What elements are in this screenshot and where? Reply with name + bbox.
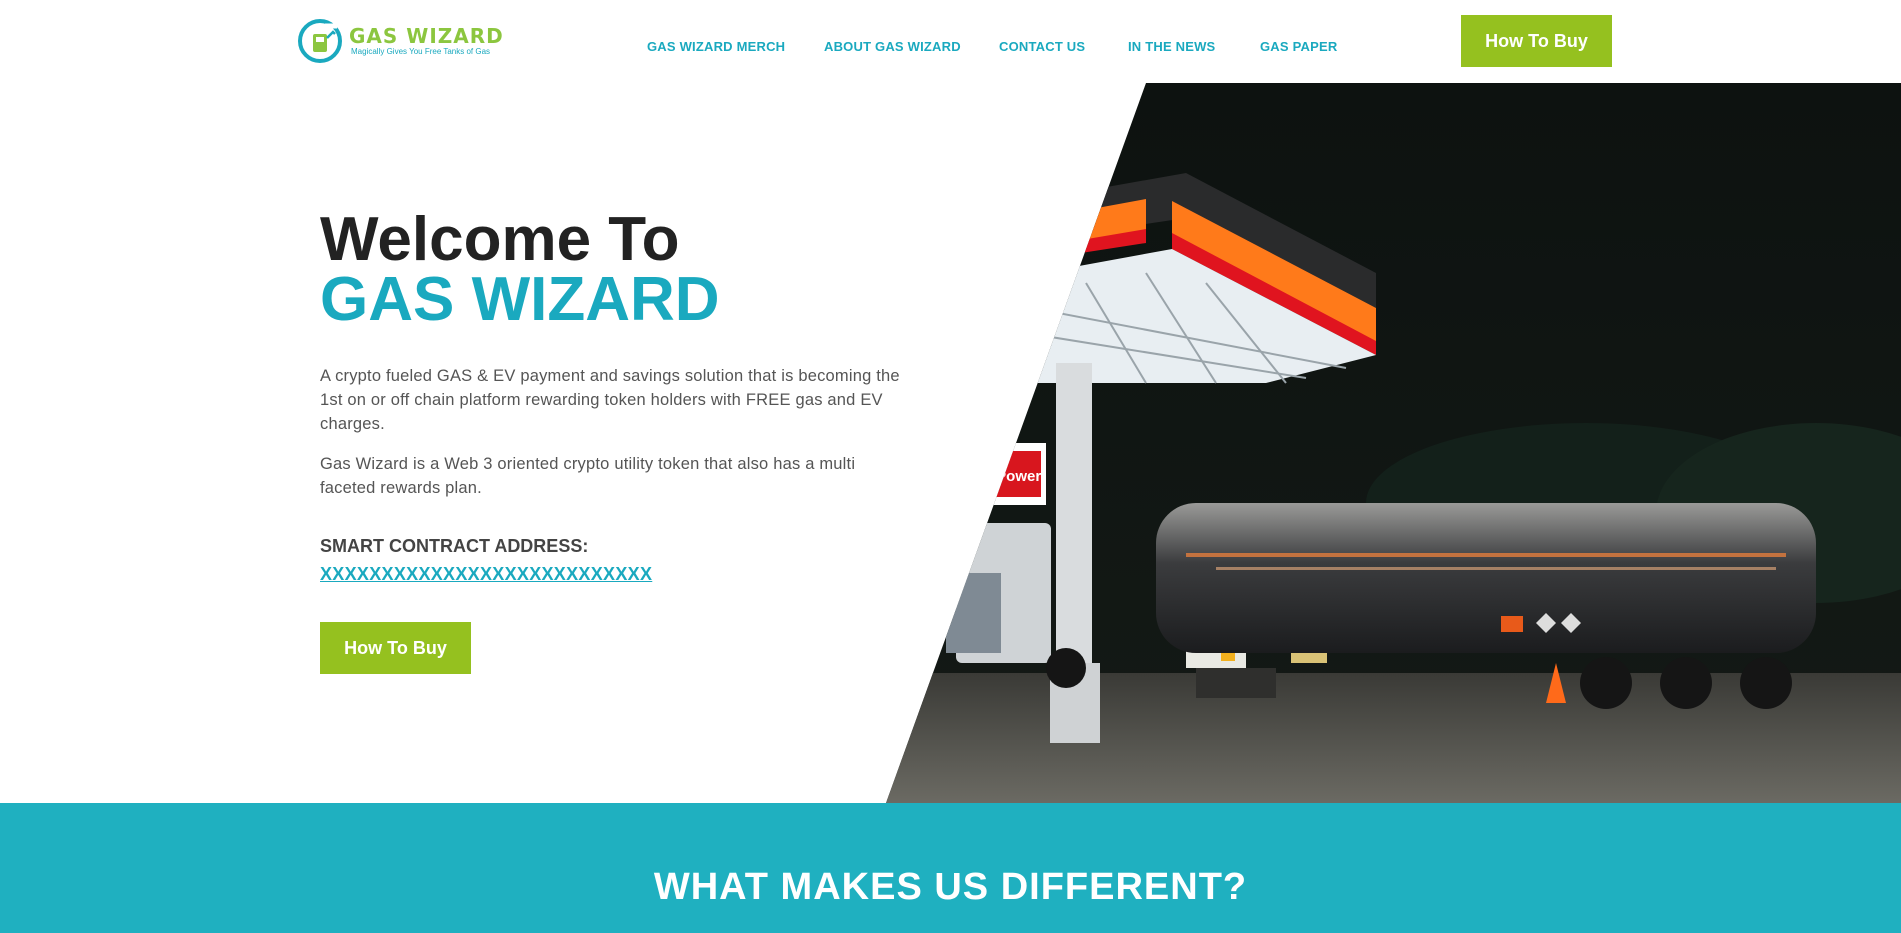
hero-welcome-text: Welcome To xyxy=(320,205,680,274)
header-how-to-buy-button[interactable]: How To Buy xyxy=(1461,15,1612,67)
hero-brand-title: GAS WIZARD xyxy=(320,265,720,334)
hero-how-to-buy-button[interactable]: How To Buy xyxy=(320,622,471,674)
hero-gas-station-image: V-Power xyxy=(886,83,1901,803)
brand-logo[interactable]: GAS WIZARD Magically Gives You Free Tank… xyxy=(297,17,513,65)
nav-item-news[interactable]: IN THE NEWS xyxy=(1128,39,1215,54)
v-power-sign-text: V-Power xyxy=(982,468,1041,485)
logo-name: GAS WIZARD xyxy=(349,24,504,48)
logo-text: GAS WIZARD Magically Gives You Free Tank… xyxy=(349,25,504,57)
nav-item-merch[interactable]: GAS WIZARD MERCH xyxy=(647,39,785,54)
hero-description-1: A crypto fueled GAS & EV payment and sav… xyxy=(320,367,900,433)
nav-item-contact[interactable]: CONTACT US xyxy=(999,39,1085,54)
nav-item-paper[interactable]: GAS PAPER xyxy=(1260,39,1337,54)
section-title-different: WHAT MAKES US DIFFERENT? xyxy=(653,866,1248,908)
hero-heading: Welcome To GAS WIZARD xyxy=(320,205,890,334)
logo-tagline: Magically Gives You Free Tanks of Gas xyxy=(351,47,491,56)
contract-address-label: SMART CONTRACT ADDRESS: xyxy=(320,536,589,556)
hero-description-2: Gas Wizard is a Web 3 oriented crypto ut… xyxy=(320,455,856,497)
gas-pump-logo-icon xyxy=(297,18,343,64)
site-header: GAS WIZARD Magically Gives You Free Tank… xyxy=(0,0,1901,83)
nav-item-about[interactable]: ABOUT GAS WIZARD xyxy=(824,39,961,54)
contract-address-link[interactable]: XXXXXXXXXXXXXXXXXXXXXXXXXXX xyxy=(320,564,652,585)
